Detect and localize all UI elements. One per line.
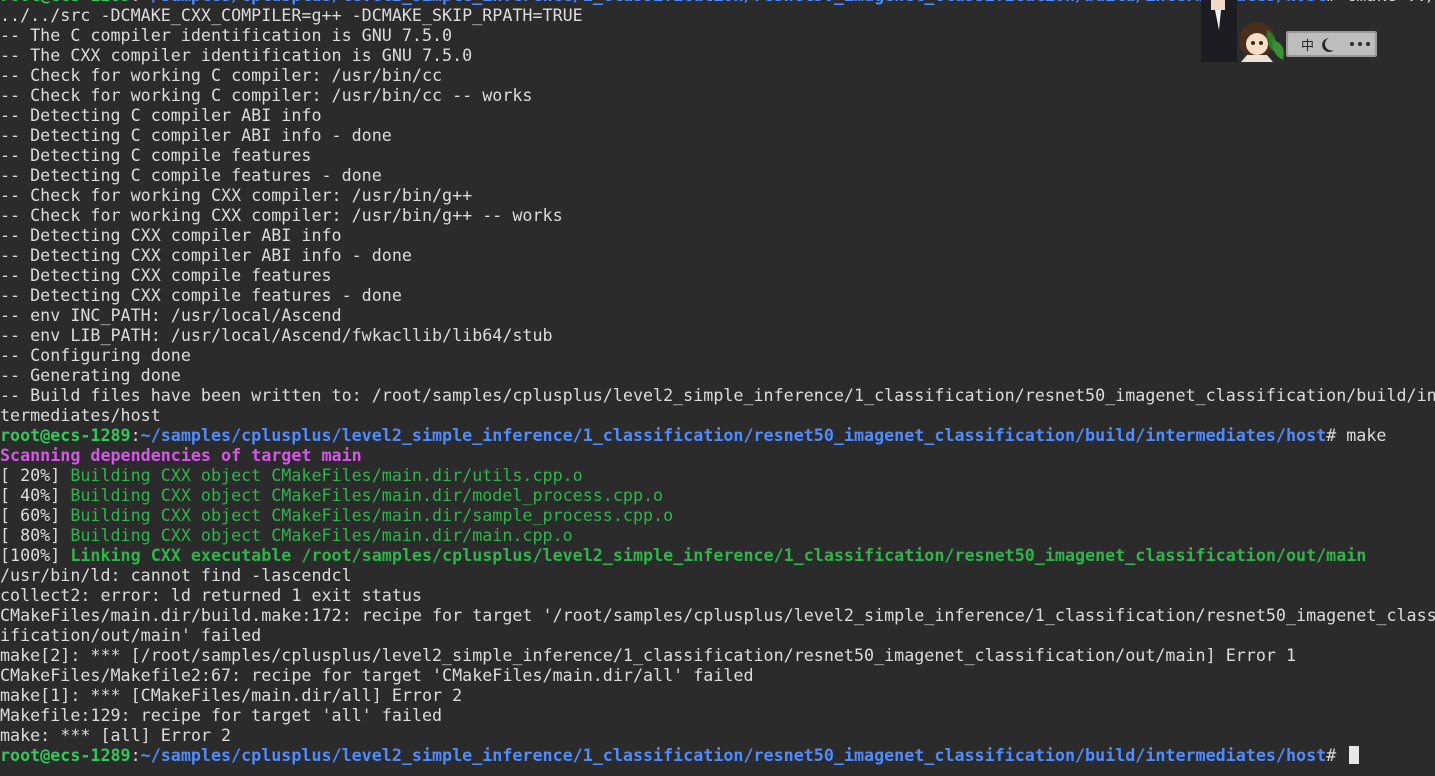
terminal-line: termediates/host <box>0 405 1435 425</box>
terminal-line: [ 60%] Building CXX object CMakeFiles/ma… <box>0 505 1435 525</box>
terminal-text: -- Detecting CXX compiler ABI info <box>0 225 342 245</box>
terminal-line: -- Detecting CXX compiler ABI info <box>0 225 1435 245</box>
terminal-text: # <box>1326 745 1347 765</box>
terminal-line: CMakeFiles/main.dir/build.make:172: reci… <box>0 605 1435 625</box>
terminal-line: -- Detecting C compile features <box>0 145 1435 165</box>
terminal-line: -- Generating done <box>0 365 1435 385</box>
terminal-text: -- Detecting CXX compile features - done <box>0 285 402 305</box>
build-step-text: Building CXX object CMakeFiles/main.dir/… <box>70 485 664 505</box>
terminal-line: ification/out/main' failed <box>0 625 1435 645</box>
terminal-text: -- Detecting C compiler ABI info <box>0 105 322 125</box>
terminal-line: -- Detecting C compiler ABI info - done <box>0 125 1435 145</box>
terminal-text: [ 80%] <box>0 525 71 545</box>
terminal-text: -- Detecting CXX compile features <box>0 265 332 285</box>
terminal-line: root@ecs-1289:~/samples/cplusplus/level2… <box>0 425 1435 445</box>
terminal-text: make: *** [all] Error 2 <box>0 725 232 745</box>
terminal-line: -- Check for working C compiler: /usr/bi… <box>0 85 1435 105</box>
terminal-text: -- The CXX compiler identification is GN… <box>0 45 473 65</box>
terminal-line: Makefile:129: recipe for target 'all' fa… <box>0 705 1435 725</box>
terminal-text: -- Check for working CXX compiler: /usr/… <box>0 185 473 205</box>
build-step-text: Building CXX object CMakeFiles/main.dir/… <box>70 505 674 525</box>
terminal-text: -- Generating done <box>0 365 181 385</box>
terminal-text: Makefile:129: recipe for target 'all' fa… <box>0 705 443 725</box>
prompt-path: ~/samples/cplusplus/level2_simple_infere… <box>140 425 1327 445</box>
terminal-text: -- Detecting C compile features <box>0 145 312 165</box>
terminal-text: -- Detecting C compiler ABI info - done <box>0 125 392 145</box>
terminal-text: make[1]: *** [CMakeFiles/main.dir/all] E… <box>0 685 463 705</box>
terminal-line: -- Check for working CXX compiler: /usr/… <box>0 205 1435 225</box>
terminal-output[interactable]: root@ecs-1289:~/samples/cplusplus/level2… <box>0 0 1435 765</box>
prompt-path: ~/samples/cplusplus/level2_simple_infere… <box>140 745 1327 765</box>
terminal-text: CMakeFiles/Makefile2:67: recipe for targ… <box>0 665 754 685</box>
terminal-text: -- Check for working C compiler: /usr/bi… <box>0 65 443 85</box>
terminal-line: -- Detecting C compiler ABI info <box>0 105 1435 125</box>
build-step-text: Building CXX object CMakeFiles/main.dir/… <box>70 465 583 485</box>
terminal-text: [ 20%] <box>0 465 71 485</box>
terminal-line: -- Check for working CXX compiler: /usr/… <box>0 185 1435 205</box>
anime-character-widget-icon: 中 <box>1201 0 1379 62</box>
terminal-line: [ 20%] Building CXX object CMakeFiles/ma… <box>0 465 1435 485</box>
terminal-line: collect2: error: ld returned 1 exit stat… <box>0 585 1435 605</box>
terminal-text: -- env LIB_PATH: /usr/local/Ascend/fwkac… <box>0 325 553 345</box>
terminal-text: termediates/host <box>0 405 161 425</box>
terminal-line: -- Check for working C compiler: /usr/bi… <box>0 65 1435 85</box>
terminal-text: ification/out/main' failed <box>0 625 262 645</box>
terminal-text: -- Detecting C compile features - done <box>0 165 382 185</box>
terminal-text: CMakeFiles/main.dir/build.make:172: reci… <box>0 605 1435 625</box>
terminal-text: collect2: error: ld returned 1 exit stat… <box>0 585 422 605</box>
terminal-text: -- Build files have been written to: /ro… <box>0 385 1435 405</box>
terminal-text: ../../src -DCMAKE_CXX_COMPILER=g++ -DCMA… <box>0 5 583 25</box>
terminal-text: # make <box>1326 425 1387 445</box>
terminal-line: [ 40%] Building CXX object CMakeFiles/ma… <box>0 485 1435 505</box>
terminal-line: -- env LIB_PATH: /usr/local/Ascend/fwkac… <box>0 325 1435 345</box>
terminal-text: : <box>130 745 141 765</box>
terminal-text: [100%] <box>0 545 71 565</box>
terminal-text: -- Detecting CXX compiler ABI info - don… <box>0 245 412 265</box>
terminal-text: /usr/bin/ld: cannot find -lascendcl <box>0 565 352 585</box>
build-step-text: Linking CXX executable /root/samples/cpl… <box>70 545 1367 565</box>
widget-char-label: 中 <box>1301 39 1314 54</box>
terminal-line: [ 80%] Building CXX object CMakeFiles/ma… <box>0 525 1435 545</box>
terminal-line: -- env INC_PATH: /usr/local/Ascend <box>0 305 1435 325</box>
terminal-line: [100%] Linking CXX executable /root/samp… <box>0 545 1435 565</box>
terminal-text: -- env INC_PATH: /usr/local/Ascend <box>0 305 342 325</box>
terminal-line: CMakeFiles/Makefile2:67: recipe for targ… <box>0 665 1435 685</box>
terminal-line: make[1]: *** [CMakeFiles/main.dir/all] E… <box>0 685 1435 705</box>
terminal-line: make: *** [all] Error 2 <box>0 725 1435 745</box>
terminal-line: Scanning dependencies of target main <box>0 445 1435 465</box>
terminal-line: -- Detecting CXX compiler ABI info - don… <box>0 245 1435 265</box>
terminal-line: -- Detecting CXX compile features - done <box>0 285 1435 305</box>
terminal-text: [ 60%] <box>0 505 71 525</box>
terminal-text: [ 40%] <box>0 485 71 505</box>
terminal-line: -- Detecting CXX compile features <box>0 265 1435 285</box>
terminal-line: /usr/bin/ld: cannot find -lascendcl <box>0 565 1435 585</box>
terminal-line: -- Detecting C compile features - done <box>0 165 1435 185</box>
prompt-user-host: root@ecs-1289 <box>0 425 131 445</box>
terminal-cursor <box>1349 746 1360 764</box>
terminal-line: -- Configuring done <box>0 345 1435 365</box>
terminal-text: -- The C compiler identification is GNU … <box>0 25 453 45</box>
terminal-text: make[2]: *** [/root/samples/cplusplus/le… <box>0 645 1297 665</box>
terminal-line: root@ecs-1289:~/samples/cplusplus/level2… <box>0 745 1435 765</box>
desktop-widget[interactable]: 中 <box>1197 0 1380 62</box>
terminal-line: -- Build files have been written to: /ro… <box>0 385 1435 405</box>
scan-status-text: Scanning dependencies of target main <box>0 445 362 465</box>
terminal-text: -- Configuring done <box>0 345 191 365</box>
prompt-user-host: root@ecs-1289 <box>0 745 131 765</box>
terminal-text: -- Check for working CXX compiler: /usr/… <box>0 205 563 225</box>
terminal-line: make[2]: *** [/root/samples/cplusplus/le… <box>0 645 1435 665</box>
terminal-text: -- Check for working C compiler: /usr/bi… <box>0 85 533 105</box>
terminal-text: : <box>130 425 141 445</box>
build-step-text: Building CXX object CMakeFiles/main.dir/… <box>70 525 573 545</box>
